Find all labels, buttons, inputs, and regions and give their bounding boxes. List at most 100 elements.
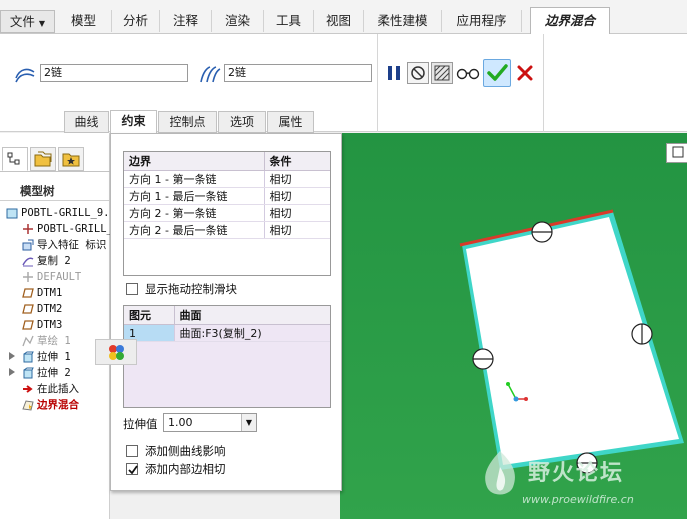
ok-button[interactable] bbox=[483, 59, 511, 87]
expand-arrow-icon[interactable] bbox=[9, 352, 15, 360]
expand-arrow-icon[interactable] bbox=[9, 368, 15, 376]
ribbon-separator bbox=[543, 34, 544, 132]
graphics-viewport[interactable]: 野火论坛 www.proewildfire.cn bbox=[340, 133, 687, 519]
boundary-cell: 方向 1 - 最后一条链 bbox=[124, 187, 265, 205]
subtab-properties[interactable]: 属性 bbox=[267, 111, 314, 133]
tab-render[interactable]: 渲染 bbox=[212, 10, 264, 32]
zoom-icon bbox=[672, 146, 684, 158]
condition-cell[interactable]: 相切 bbox=[264, 187, 330, 205]
table-row[interactable]: 方向 1 - 第一条链 相切 bbox=[124, 170, 330, 188]
tree-item-label: 拉伸 1 bbox=[37, 351, 71, 363]
tree-item-label: POBTL-GRILL_ bbox=[37, 223, 110, 235]
tree-item[interactable]: 拉伸 2 bbox=[0, 365, 110, 381]
tab-applications[interactable]: 应用程序 bbox=[442, 10, 522, 32]
tree-item[interactable]: POBTL-GRILL_9.F bbox=[0, 205, 110, 221]
favorites-tab[interactable] bbox=[58, 147, 84, 171]
extrude-icon bbox=[23, 351, 34, 363]
tree-icon bbox=[7, 152, 20, 165]
table-row[interactable]: 1 曲面:F3(复制_2) bbox=[124, 324, 330, 342]
tree-item-label: DTM3 bbox=[37, 319, 63, 331]
first-direction-icon[interactable] bbox=[14, 64, 36, 84]
subtab-control-points[interactable]: 控制点 bbox=[158, 111, 217, 133]
file-menu-label: 文件 bbox=[9, 14, 35, 29]
view-toolbar-button[interactable] bbox=[666, 143, 687, 163]
tree-item-label: DTM1 bbox=[37, 287, 63, 299]
datum-plane-icon bbox=[22, 304, 34, 314]
boundary-blend-icon bbox=[22, 400, 34, 411]
condition-cell[interactable]: 相切 bbox=[264, 170, 330, 188]
tree-item[interactable]: 在此插入 bbox=[0, 381, 110, 397]
tab-divider bbox=[0, 171, 110, 172]
show-drag-handles-checkbox[interactable] bbox=[126, 283, 138, 295]
stretch-value-label: 拉伸值 bbox=[123, 417, 158, 431]
watermark-logo-icon bbox=[485, 451, 515, 495]
first-direction-chain-field[interactable]: 2链 bbox=[40, 64, 188, 82]
tree-item[interactable]: 边界混合 bbox=[0, 397, 110, 413]
condition-cell[interactable]: 相切 bbox=[264, 221, 330, 239]
file-menu[interactable]: 文件 ▼ bbox=[0, 10, 55, 33]
boundary-table-body: 方向 1 - 第一条链 相切 方向 1 - 最后一条链 相切 方向 2 - 第一条链 相切… bbox=[124, 170, 330, 239]
tab-annotate[interactable]: 注释 bbox=[160, 10, 212, 32]
close-icon bbox=[517, 65, 533, 81]
pause-icon bbox=[388, 66, 400, 80]
tree-item[interactable]: DTM1 bbox=[0, 285, 110, 301]
subtab-options[interactable]: 选项 bbox=[218, 111, 266, 133]
model-tree-tab[interactable] bbox=[2, 147, 28, 171]
table-row[interactable]: 方向 1 - 最后一条链 相切 bbox=[124, 187, 330, 205]
part-icon bbox=[6, 208, 18, 219]
add-inner-edge-tangent-checkbox[interactable] bbox=[126, 463, 138, 475]
tree-item[interactable]: POBTL-GRILL_ bbox=[0, 221, 110, 237]
tree-item[interactable]: DEFAULT bbox=[0, 269, 110, 285]
boundary-column-header: 边界 bbox=[124, 152, 265, 171]
tree-item[interactable]: DTM2 bbox=[0, 301, 110, 317]
tree-item[interactable]: 拉伸 1 bbox=[0, 349, 110, 365]
boundary-cell: 方向 1 - 第一条链 bbox=[124, 170, 265, 188]
csys-icon bbox=[23, 272, 33, 282]
tab-analysis[interactable]: 分析 bbox=[112, 10, 160, 32]
tree-item[interactable]: 草绘 1 bbox=[0, 333, 110, 349]
no-preview-button[interactable] bbox=[407, 62, 429, 84]
tab-boundary-blend[interactable]: 边界混合 bbox=[530, 7, 610, 35]
drag-handle-left bbox=[472, 348, 494, 370]
second-direction-chain-field[interactable]: 2链 bbox=[224, 64, 372, 82]
insert-arrow-icon bbox=[23, 385, 33, 393]
menu-bar: 文件 ▼ 模型 分析 注释 渲染 工具 视图 柔性建模 应用程序 边界混合 bbox=[0, 0, 687, 35]
geometry-preview-icon bbox=[434, 65, 450, 81]
folder-browser-tab[interactable] bbox=[30, 147, 56, 171]
add-side-curve-checkbox[interactable] bbox=[126, 445, 138, 457]
verify-mode-button[interactable] bbox=[455, 62, 481, 84]
appearance-palette-button[interactable] bbox=[95, 339, 137, 365]
geometry-preview-button[interactable] bbox=[431, 62, 453, 84]
table-row[interactable]: 方向 2 - 第一条链 相切 bbox=[124, 204, 330, 222]
tree-item-label: 拉伸 2 bbox=[37, 367, 71, 379]
condition-cell[interactable]: 相切 bbox=[264, 204, 330, 222]
subtab-curves[interactable]: 曲线 bbox=[64, 111, 109, 133]
tab-model[interactable]: 模型 bbox=[56, 10, 112, 32]
boundary-table: 边界 条件 方向 1 - 第一条链 相切 方向 1 - 最后一条链 相切 方向 2 - … bbox=[123, 151, 331, 276]
table-row[interactable]: 方向 2 - 最后一条链 相切 bbox=[124, 221, 330, 239]
cancel-button[interactable] bbox=[514, 62, 536, 84]
ribbon-separator bbox=[377, 34, 378, 132]
model-tree-panel: 模型树 POBTL-GRILL_9.F POBTL-GRILL_ 导入特征 标识 复制… bbox=[0, 133, 110, 519]
title-divider bbox=[0, 200, 110, 201]
checkmark-icon bbox=[128, 465, 138, 475]
chevron-down-icon: ▼ bbox=[241, 414, 256, 431]
drag-handle-top bbox=[531, 221, 553, 243]
tree-item[interactable]: 复制 2 bbox=[0, 253, 110, 269]
stretch-value-select[interactable]: 1.00 ▼ bbox=[163, 413, 257, 432]
second-direction-icon[interactable] bbox=[198, 64, 222, 84]
tree-item[interactable]: DTM3 bbox=[0, 317, 110, 333]
tab-tools[interactable]: 工具 bbox=[264, 10, 314, 32]
element-column-header: 图元 bbox=[124, 306, 175, 325]
tab-flexible-modeling[interactable]: 柔性建模 bbox=[364, 10, 442, 32]
sketch-icon bbox=[22, 335, 34, 347]
subtab-constraints[interactable]: 约束 bbox=[110, 110, 157, 134]
pause-button[interactable] bbox=[383, 62, 405, 84]
surface-column-header: 曲面 bbox=[174, 306, 330, 325]
coordinate-system-icon bbox=[23, 224, 33, 234]
tab-view[interactable]: 视图 bbox=[314, 10, 364, 32]
model-tree-title: 模型树 bbox=[20, 184, 55, 198]
datum-plane-icon bbox=[22, 320, 34, 330]
tree-item[interactable]: 导入特征 标识 bbox=[0, 237, 110, 253]
checkmark-icon bbox=[487, 64, 508, 81]
